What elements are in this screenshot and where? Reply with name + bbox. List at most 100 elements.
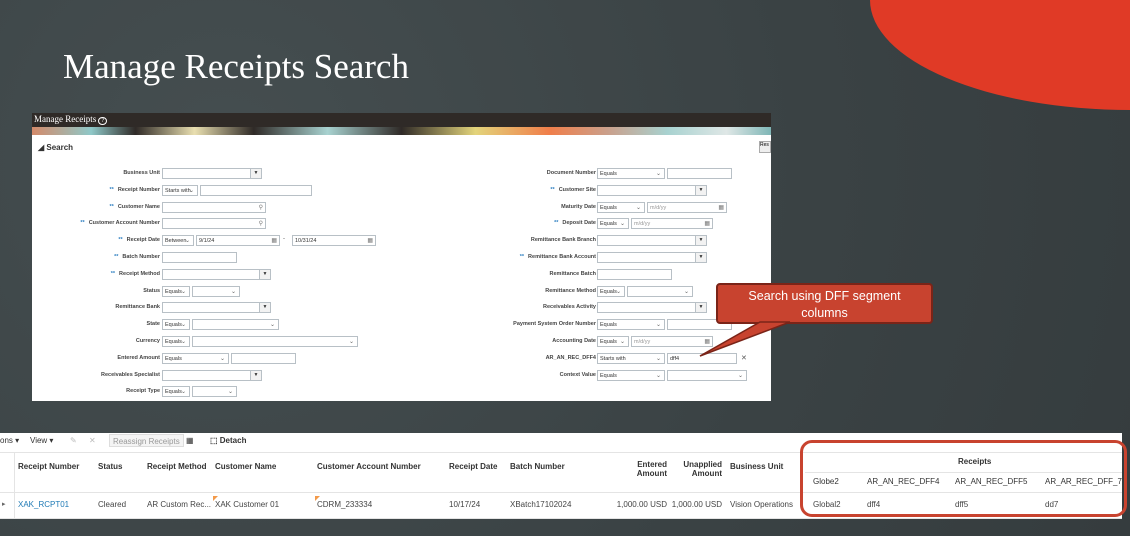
calendar-icon[interactable]: ▦ [704, 220, 710, 227]
text-input[interactable] [200, 184, 312, 196]
chevron-down-icon: ⌄ [619, 221, 625, 228]
reset-button[interactable]: Res [759, 141, 771, 153]
column-header[interactable]: Unapplied Amount [672, 460, 722, 478]
date-input[interactable]: m/d/yy ▦ [631, 336, 713, 347]
field-label-text: Remittance Bank Account [528, 254, 596, 260]
search-input[interactable]: ⚲ [162, 218, 266, 230]
calendar-icon[interactable]: ▦ [367, 237, 373, 244]
value-select[interactable]: ⌄ [667, 369, 747, 381]
operator-select[interactable]: Equals ⌄ [162, 319, 190, 331]
dropdown-button[interactable]: ▼ [250, 370, 261, 380]
field-label: Remittance Batch [550, 271, 596, 277]
text-input[interactable] [231, 352, 296, 364]
field-label-text: Receivables Activity [543, 304, 596, 311]
field-label: ** Batch Number [114, 254, 160, 260]
operator-select[interactable]: Starts with ⌄ [162, 184, 198, 196]
date-input[interactable]: 10/31/24 ▦ [292, 235, 376, 247]
lov-select[interactable]: ▼ [597, 235, 707, 247]
reassign-receipts-button[interactable]: Reassign Receipts [109, 434, 184, 447]
operator-select[interactable]: Starts with ⌄ [597, 352, 665, 364]
operator-select[interactable]: Equals ⌄ [162, 386, 190, 398]
dropdown-button[interactable]: ▼ [695, 253, 706, 262]
required-marker: ** [118, 237, 123, 244]
calendar-icon[interactable]: ▦ [271, 237, 277, 244]
lov-select[interactable]: ▼ [597, 252, 707, 263]
operator-select[interactable]: Between ⌄ [162, 235, 194, 247]
actions-menu[interactable]: ons ▾ [0, 436, 19, 445]
clear-icon[interactable]: ✕ [741, 354, 747, 362]
operator-select[interactable]: Equals ⌄ [597, 369, 665, 381]
dropdown-button[interactable]: ▼ [259, 269, 270, 279]
field-value: Equals [600, 171, 617, 177]
operator-select[interactable]: Equals ⌄ [597, 168, 665, 179]
text-input[interactable] [162, 252, 237, 263]
column-header[interactable]: Receipt Method [147, 462, 207, 471]
value-select[interactable]: ⌄ [627, 285, 693, 297]
detach-button[interactable]: ⬚ Detach [210, 436, 246, 445]
operator-select[interactable]: Equals ⌄ [597, 285, 625, 297]
lov-select[interactable]: ▼ [597, 184, 707, 196]
field-value: Equals [600, 372, 617, 379]
value-select[interactable]: ⌄ [192, 386, 237, 398]
dropdown-button[interactable]: ▼ [250, 169, 261, 178]
column-header[interactable]: Entered Amount [617, 460, 667, 478]
field-placeholder: m/d/yy [634, 221, 651, 228]
delete-icon[interactable]: ✕ [89, 436, 96, 445]
search-input[interactable]: ⚲ [162, 201, 266, 213]
field-label-text: Maturity Date [561, 203, 596, 210]
operator-select[interactable]: Equals ⌄ [597, 319, 665, 331]
column-header[interactable]: Receipt Number [18, 462, 79, 471]
operator-select[interactable]: Equals ⌄ [162, 285, 190, 297]
search-section-toggle[interactable]: ◢ Search [38, 143, 73, 152]
column-header[interactable]: Receipt Date [449, 462, 497, 471]
operator-select[interactable]: Equals ⌄ [597, 336, 629, 347]
lov-select[interactable]: ▼ [162, 302, 271, 314]
chevron-down-icon: ⌄ [230, 288, 236, 295]
edit-icon[interactable]: ✎ [70, 436, 77, 445]
operator-select[interactable]: Equals ⌄ [597, 218, 629, 230]
field-placeholder: m/d/yy [650, 204, 667, 211]
column-header[interactable]: Customer Name [215, 462, 276, 471]
value-select[interactable]: ⌄ [192, 336, 358, 347]
dropdown-button[interactable]: ▼ [259, 303, 270, 313]
row-expand-icon[interactable]: ▸ [2, 500, 6, 508]
date-input[interactable]: m/d/yy ▦ [647, 201, 727, 213]
text-input[interactable] [597, 268, 672, 280]
operator-select[interactable]: Equals ⌄ [162, 336, 190, 347]
value-select[interactable]: ⌄ [192, 319, 279, 331]
required-marker: ** [109, 203, 114, 210]
date-input[interactable]: 9/1/24 ▦ [196, 235, 280, 247]
column-header[interactable]: Batch Number [510, 462, 565, 471]
column-header[interactable]: Customer Account Number [317, 462, 421, 471]
lov-select[interactable]: ▼ [162, 168, 262, 179]
operator-select[interactable]: Equals ⌄ [597, 201, 645, 213]
text-input[interactable] [667, 168, 732, 179]
calendar-icon[interactable]: ▦ [704, 338, 710, 345]
required-marker: ** [109, 186, 114, 193]
chevron-down-icon: ⌄ [227, 389, 233, 396]
operator-select[interactable]: Equals ⌄ [162, 352, 229, 364]
view-menu[interactable]: View ▾ [30, 436, 53, 445]
date-input[interactable]: m/d/yy ▦ [631, 218, 713, 230]
column-header[interactable]: Business Unit [730, 462, 783, 471]
text-input[interactable]: dff4 [667, 352, 737, 364]
help-icon[interactable]: ? [98, 117, 108, 125]
dropdown-button[interactable]: ▼ [695, 303, 706, 313]
column-header[interactable]: Status [98, 462, 122, 471]
lov-select[interactable]: ▼ [597, 302, 707, 314]
dropdown-button[interactable]: ▼ [695, 236, 706, 246]
field-label-text: Receipt Type [126, 388, 160, 395]
field-value: Equals [165, 339, 182, 345]
calendar-icon[interactable]: ▦ [718, 204, 724, 211]
field-label: Remittance Bank [115, 304, 160, 310]
receipt-number-link[interactable]: XAK_RCPT01 [18, 500, 69, 509]
lov-select[interactable]: ▼ [162, 369, 262, 381]
lov-select[interactable]: ▼ [162, 268, 271, 280]
field-label: Currency [136, 338, 160, 344]
dropdown-button[interactable]: ▼ [695, 185, 706, 195]
search-icon[interactable]: ⚲ [259, 220, 263, 227]
value-select[interactable]: ⌄ [192, 285, 240, 297]
freeze-icon[interactable]: ▦ [186, 436, 194, 445]
chevron-down-icon: ⌄ [655, 355, 661, 362]
search-icon[interactable]: ⚲ [259, 204, 263, 211]
